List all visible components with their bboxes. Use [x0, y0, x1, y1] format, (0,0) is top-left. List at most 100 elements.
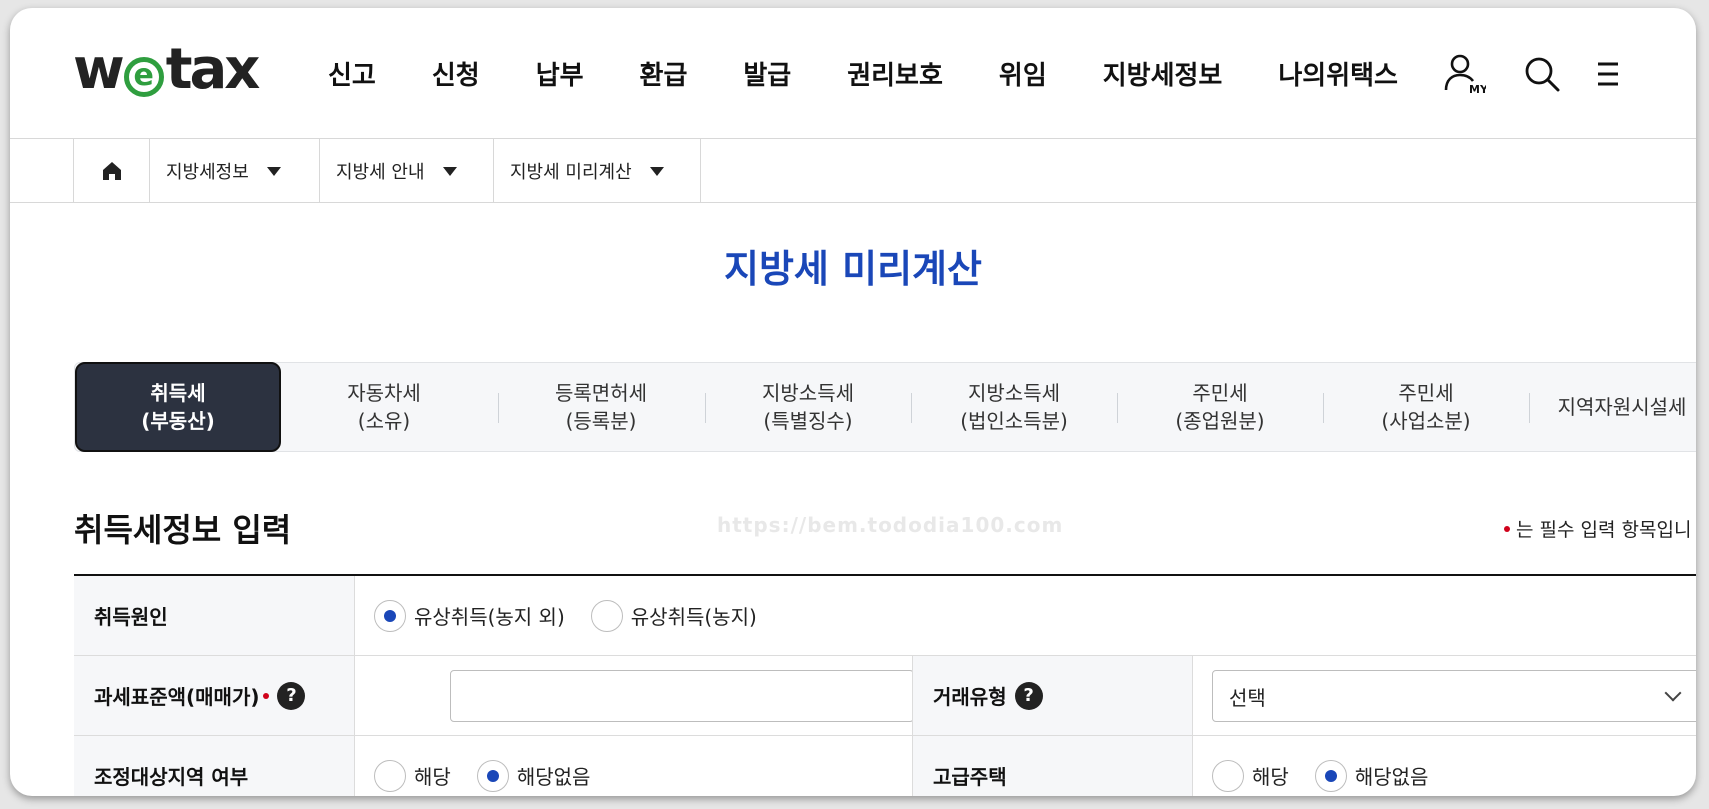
tab-label: 등록면허세: [555, 381, 647, 405]
radio-button[interactable]: [590, 599, 623, 632]
radio-button[interactable]: [1314, 759, 1347, 792]
nav-item-local-tax-info[interactable]: 지방세정보: [1103, 55, 1223, 92]
logo-w: w: [73, 37, 125, 102]
section-title: 취득세정보 입력: [74, 511, 292, 549]
radio-paid-acquisition-nonfarm[interactable]: 유상취득(농지 외): [374, 599, 565, 632]
tab-local-income-tax-corporate[interactable]: 지방소득세 (법인소득분): [911, 363, 1117, 451]
radio-button[interactable]: [374, 599, 406, 632]
field-label: 고급주택: [913, 736, 1193, 796]
radio-label: 해당: [1252, 765, 1289, 789]
chevron-down-icon: [649, 166, 664, 176]
radio-button[interactable]: [374, 759, 406, 792]
home-button[interactable]: [73, 139, 149, 203]
tab-label: 자동차세: [347, 381, 421, 405]
tab-vehicle-tax[interactable]: 자동차세 (소유): [281, 363, 487, 451]
tab-sublabel: (등록분): [565, 409, 637, 433]
field-label: 과세표준액(매매가): [94, 685, 260, 709]
tab-acquisition-tax[interactable]: 취득세 (부동산): [75, 362, 281, 452]
radio-button[interactable]: [476, 759, 509, 792]
breadcrumb-item-local-tax-guide[interactable]: 지방세 안내: [319, 139, 493, 203]
tab-label: 취득세: [150, 381, 206, 405]
tab-label: 지역자원시설세: [1557, 395, 1687, 419]
breadcrumb-label: 지방세 안내: [336, 162, 425, 183]
tab-sublabel: (소유): [357, 409, 411, 433]
main-nav: 신고 신청 납부 환급 발급 권리보호 위임 지방세정보 나의위택스: [328, 55, 1454, 92]
form-row-tax-base: 과세표준액(매매가)? 원 거래유형? 선택: [74, 656, 1696, 736]
tab-label: 지방소득세: [968, 381, 1060, 405]
required-dot-icon: [263, 692, 270, 699]
tab-sublabel: (사업소분): [1381, 409, 1471, 433]
my-page-icon[interactable]: MY: [1442, 52, 1489, 96]
luxury-house-options: 해당 해당없음: [1192, 736, 1454, 796]
tab-sublabel: (법인소득분): [960, 409, 1068, 433]
radio-label: 유상취득(농지 외): [414, 605, 565, 629]
chevron-down-icon: [1664, 684, 1682, 702]
trade-type-select[interactable]: 선택: [1212, 670, 1696, 722]
radio-button[interactable]: [1212, 759, 1244, 792]
breadcrumb-item-local-tax-info[interactable]: 지방세정보: [149, 139, 319, 203]
logo-tax: tax: [165, 37, 261, 102]
tab-sublabel: (부동산): [141, 409, 215, 433]
nav-item-my-wetax[interactable]: 나의위택스: [1278, 55, 1398, 92]
my-label: MY: [1469, 83, 1486, 96]
breadcrumb-label: 지방세 미리계산: [510, 162, 632, 183]
browser-frame: w e tax 신고 신청 납부 환급 발급 권리보호 위임 지방세정보 나의위택스…: [10, 8, 1696, 796]
tab-label: 주민세: [1192, 381, 1248, 405]
nav-item-rights[interactable]: 권리보호: [847, 55, 943, 92]
tab-label: 지방소득세: [762, 381, 854, 405]
radio-paid-acquisition-farm[interactable]: 유상취득(농지): [590, 599, 757, 632]
watermark: https://bem.tododia100.com: [717, 513, 1064, 537]
tab-local-income-tax-withholding[interactable]: 지방소득세 (특별징수): [705, 363, 911, 451]
logo-e: e: [123, 57, 164, 97]
required-dot-icon: [1504, 526, 1510, 532]
search-icon[interactable]: [1520, 52, 1564, 96]
form-row-adjust-area: 조정대상지역 여부 해당 해당없음 고급주택 해당 해당없음: [74, 736, 1696, 796]
help-icon[interactable]: ?: [277, 681, 306, 710]
tab-registration-tax[interactable]: 등록면허세 (등록분): [498, 363, 704, 451]
chevron-down-icon: [442, 166, 457, 176]
divider: [354, 656, 355, 735]
page-title: 지방세 미리계산: [724, 247, 982, 291]
nav-item-pay[interactable]: 납부: [536, 55, 584, 92]
radio-label: 해당: [414, 765, 451, 789]
acquisition-tax-form: 취득원인 유상취득(농지 외) 유상취득(농지) 과세표준액(매매가)? 원 거…: [74, 574, 1696, 796]
nav-item-refund[interactable]: 환급: [640, 55, 688, 92]
radio-label: 해당없음: [516, 765, 591, 789]
tab-resident-tax-employee[interactable]: 주민세 (종업원분): [1117, 363, 1323, 451]
tab-sublabel: (종업원분): [1175, 409, 1265, 433]
radio-label: 유상취득(농지): [630, 605, 757, 629]
tab-sublabel: (특별징수): [763, 409, 853, 433]
nav-item-issue[interactable]: 발급: [743, 55, 791, 92]
nav-item-delegate[interactable]: 위임: [999, 55, 1047, 92]
tab-regional-resource-facility-tax[interactable]: 지역자원시설세: [1529, 363, 1696, 451]
radio-luxury-yes[interactable]: 해당: [1212, 759, 1289, 792]
field-label-tax-base: 과세표준액(매매가)?: [74, 656, 354, 735]
nav-item-report[interactable]: 신고: [328, 55, 376, 92]
nav-item-apply[interactable]: 신청: [432, 55, 480, 92]
acquisition-cause-options: 유상취득(농지 외) 유상취득(농지): [354, 576, 783, 655]
required-note: 는 필수 입력 항목입니: [1504, 515, 1691, 542]
radio-luxury-no[interactable]: 해당없음: [1314, 759, 1429, 792]
breadcrumb-item-tax-calculator[interactable]: 지방세 미리계산: [493, 139, 701, 203]
radio-adjust-area-yes[interactable]: 해당: [374, 759, 451, 792]
tab-resident-tax-business[interactable]: 주민세 (사업소분): [1323, 363, 1529, 451]
menu-icon[interactable]: [1588, 52, 1618, 96]
radio-label: 해당없음: [1354, 765, 1429, 789]
chevron-down-icon: [266, 166, 281, 176]
wetax-logo[interactable]: w e tax: [73, 37, 261, 102]
select-value: 선택: [1229, 685, 1266, 710]
required-note-text: 는 필수 입력 항목입니: [1516, 519, 1692, 541]
header: w e tax 신고 신청 납부 환급 발급 권리보호 위임 지방세정보 나의위택스…: [10, 8, 1696, 139]
tax-type-tabs: 취득세 (부동산) 자동차세 (소유) 등록면허세 (등록분) 지방소득세 (특…: [74, 362, 1696, 452]
home-icon: [102, 162, 121, 180]
radio-adjust-area-no[interactable]: 해당없음: [476, 759, 591, 792]
form-row-acquisition-cause: 취득원인 유상취득(농지 외) 유상취득(농지): [74, 576, 1696, 656]
help-icon[interactable]: ?: [1014, 681, 1043, 710]
breadcrumb-label: 지방세정보: [166, 162, 249, 183]
field-label: 거래유형: [933, 685, 1007, 709]
divider: [1192, 656, 1193, 735]
field-label: 취득원인: [74, 576, 354, 655]
breadcrumb: 지방세정보 지방세 안내 지방세 미리계산: [10, 139, 1696, 203]
tax-base-input[interactable]: [450, 670, 914, 722]
tab-label: 주민세: [1398, 381, 1454, 405]
